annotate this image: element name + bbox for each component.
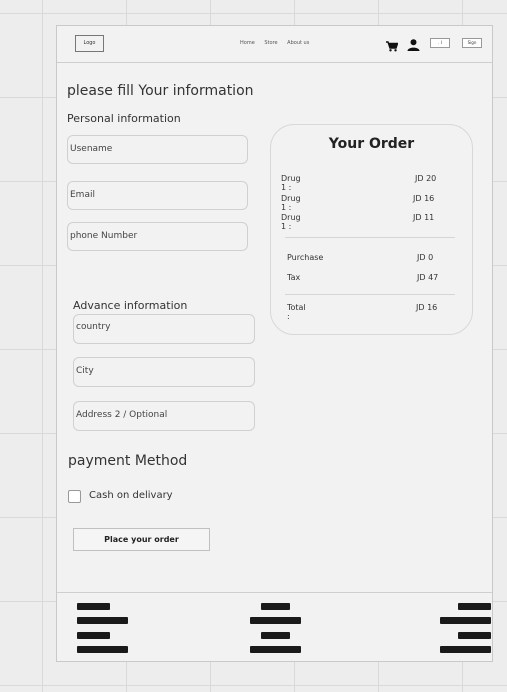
purchase-label: Purchase [287,253,324,262]
footer-link-placeholder[interactable] [77,603,110,610]
footer-link-placeholder[interactable] [458,632,491,639]
nav-about[interactable]: About us [287,40,309,46]
cart-icon[interactable] [386,37,399,56]
phone-field[interactable]: phone Number [67,222,248,251]
purchase-value: JD 0 [417,253,434,262]
order-item-label: Drug 1 : [281,174,301,192]
footer-link-placeholder[interactable] [250,617,301,624]
cash-on-delivery-checkbox[interactable] [68,490,81,503]
nav-menu: Home Store About us [240,40,317,46]
footer-link-placeholder[interactable] [77,632,110,639]
footer-link-placeholder[interactable] [77,617,128,624]
nav-store[interactable]: Store [264,40,277,46]
tax-label: Tax [287,273,301,282]
username-field[interactable]: Usename [67,135,248,164]
page-frame: Logo Home Store About us . I Sign please… [56,25,493,662]
total-value: JD 16 [416,303,438,312]
address-field[interactable]: Address 2 / Optional [73,401,255,431]
footer-link-placeholder[interactable] [440,617,491,624]
personal-info-heading: Personal information [67,112,181,125]
user-icon[interactable] [407,36,420,55]
footer-link-placeholder[interactable] [261,603,290,610]
cash-on-delivery-label: Cash on delivary [89,490,173,501]
country-field[interactable]: country [73,314,255,344]
footer-link-placeholder[interactable] [250,646,301,653]
footer-link-placeholder[interactable] [458,603,491,610]
logo[interactable]: Logo [75,35,104,52]
header-button-2[interactable]: Sign [462,38,482,48]
payment-heading: payment Method [68,453,188,469]
order-item-label: Drug 1 : [281,213,301,231]
nav-home[interactable]: Home [240,40,255,46]
total-label: Total : [287,303,306,321]
advance-info-heading: Advance information [73,299,188,312]
order-title: Your Order [328,136,415,152]
page-title: please fill Your information [67,83,254,99]
header-button-1[interactable]: . I [430,38,450,48]
order-summary-card: Your Order Drug 1 : JD 20 Drug 1 : JD 16… [270,124,473,335]
order-item-price: JD 11 [413,213,435,222]
email-field[interactable]: Email [67,181,248,210]
divider [285,294,455,295]
header: Logo Home Store About us . I Sign [57,26,492,63]
city-field[interactable]: City [73,357,255,387]
divider [285,237,455,238]
order-item-label: Drug 1 : [281,194,301,212]
order-item-price: JD 16 [413,194,435,203]
footer-link-placeholder[interactable] [261,632,290,639]
footer-link-placeholder[interactable] [440,646,491,653]
tax-value: JD 47 [417,273,439,282]
order-item-price: JD 20 [415,174,437,183]
footer [57,592,492,663]
footer-link-placeholder[interactable] [77,646,128,653]
place-order-button[interactable]: Place your order [73,528,210,551]
